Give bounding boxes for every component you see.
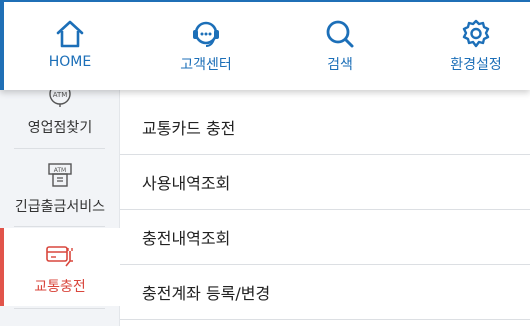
- nav-settings-label: 환경설정: [450, 57, 502, 73]
- nav-customer-center-label: 고객센터: [180, 57, 232, 73]
- sidebar-item-label: 긴급출금서비스: [14, 199, 106, 215]
- menu-item-transit-card-charge[interactable]: 교통카드 충전: [120, 100, 530, 155]
- menu-item-label: 충전계좌 등록/변경: [142, 284, 271, 303]
- sidebar-divider: [14, 226, 105, 227]
- nav-home-button[interactable]: HOME: [4, 2, 136, 90]
- svg-text:ATM: ATM: [54, 167, 66, 174]
- top-navigation-bar: HOME 고객센터 검색 환경설정: [0, 0, 530, 90]
- sidebar: ATM 영업점찾기 ATM 긴급출금서비스 교통충전: [0, 84, 120, 326]
- menu-item-label: 충전내역조회: [142, 229, 231, 248]
- gear-icon: [462, 19, 490, 48]
- nav-search-button[interactable]: 검색: [274, 2, 406, 90]
- menu-item-label: 교통카드 충전: [142, 119, 236, 138]
- menu-item-usage-history[interactable]: 사용내역조회: [120, 155, 530, 210]
- headset-icon: [193, 21, 219, 47]
- sidebar-item-emergency-withdrawal[interactable]: ATM 긴급출금서비스: [0, 150, 120, 226]
- nav-home-label: HOME: [48, 54, 92, 70]
- sidebar-item-branch-finder[interactable]: ATM 영업점찾기: [0, 84, 120, 145]
- menu-item-charge-account[interactable]: 충전계좌 등록/변경: [120, 265, 530, 320]
- sidebar-item-label: 영업점찾기: [27, 120, 93, 136]
- atm-withdrawal-icon: ATM: [48, 163, 72, 187]
- nav-settings-button[interactable]: 환경설정: [410, 2, 530, 90]
- sidebar-divider: [14, 308, 105, 309]
- sidebar-item-transit-charge[interactable]: 교통충전: [0, 228, 120, 306]
- svg-text:ATM: ATM: [53, 91, 68, 99]
- menu-item-label: 사용내역조회: [142, 174, 231, 193]
- submenu-list: 교통카드 충전 사용내역조회 충전내역조회 충전계좌 등록/변경: [120, 90, 530, 326]
- nav-customer-center-button[interactable]: 고객센터: [140, 2, 272, 90]
- menu-item-charge-history[interactable]: 충전내역조회: [120, 210, 530, 265]
- nav-search-label: 검색: [327, 57, 353, 73]
- card-charge-icon: [46, 246, 73, 267]
- sidebar-item-label: 교통충전: [34, 279, 86, 295]
- home-icon: [56, 20, 84, 48]
- sidebar-divider: [14, 148, 105, 149]
- search-icon: [326, 20, 354, 48]
